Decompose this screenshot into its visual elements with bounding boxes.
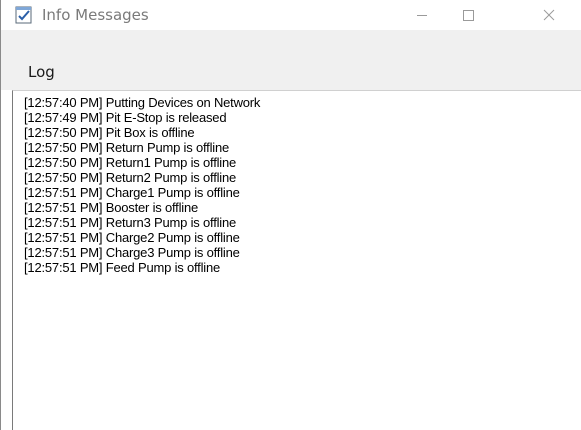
title-bar[interactable]: Info Messages [1, 0, 581, 30]
log-line: [12:57:40 PM] Putting Devices on Network [24, 95, 261, 110]
log-line: [12:57:51 PM] Feed Pump is offline [24, 260, 221, 275]
log-line: [12:57:51 PM] Charge1 Pump is offline [24, 185, 240, 200]
maximize-icon [463, 10, 474, 21]
info-messages-window: Info Messages Log [12:57:40 PM] Putting … [0, 0, 581, 430]
menu-item-log[interactable]: Log [28, 62, 55, 82]
menu-bar [1, 30, 581, 90]
log-line: [12:57:49 PM] Pit E-Stop is released [24, 110, 227, 125]
log-line: [12:57:50 PM] Return2 Pump is offline [24, 170, 237, 185]
window-title: Info Messages [42, 6, 149, 24]
log-line: [12:57:50 PM] Return1 Pump is offline [24, 155, 237, 170]
maximize-button[interactable] [445, 0, 491, 30]
close-icon [543, 9, 555, 21]
log-line: [12:57:50 PM] Return Pump is offline [24, 140, 230, 155]
log-line: [12:57:51 PM] Charge2 Pump is offline [24, 230, 240, 245]
log-line: [12:57:50 PM] Pit Box is offline [24, 125, 195, 140]
minimize-button[interactable] [399, 0, 445, 30]
close-button[interactable] [535, 0, 581, 30]
log-line: [12:57:51 PM] Booster is offline [24, 200, 199, 215]
log-line: [12:57:51 PM] Return3 Pump is offline [24, 215, 237, 230]
minimize-icon [417, 15, 427, 16]
notepad-checkbox-icon [15, 6, 33, 24]
log-line: [12:57:51 PM] Charge3 Pump is offline [24, 245, 240, 260]
log-textbox[interactable]: [12:57:40 PM] Putting Devices on Network… [12, 90, 581, 430]
log-list: [12:57:40 PM] Putting Devices on Network… [24, 95, 260, 275]
